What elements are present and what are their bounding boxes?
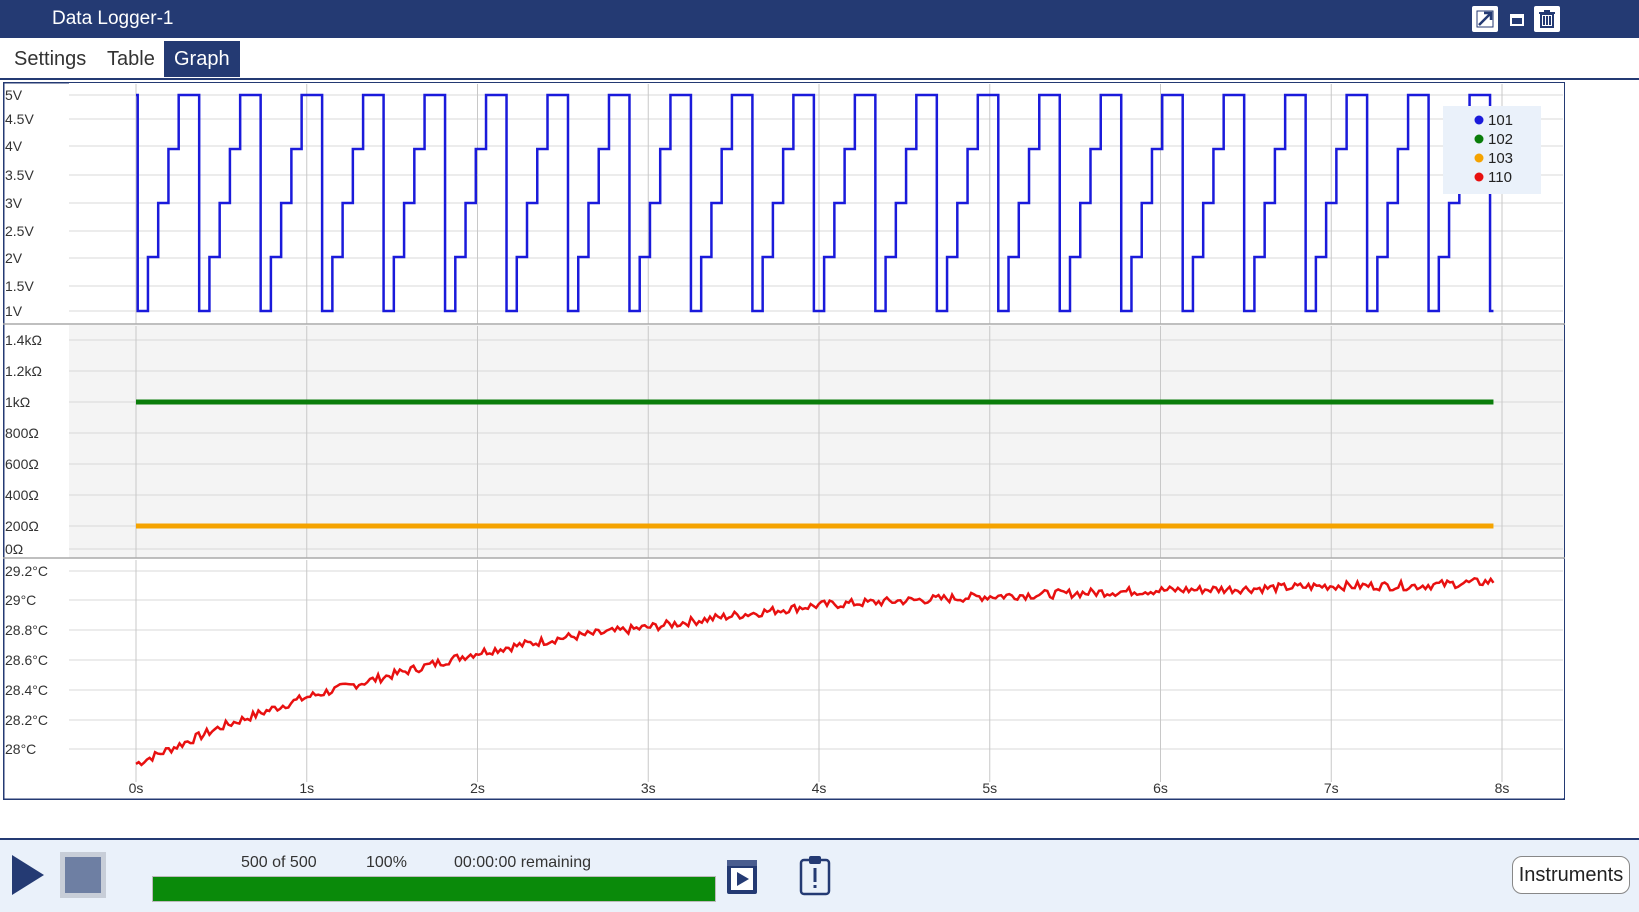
y-tick-label: 200Ω <box>5 518 39 534</box>
y-tick-label: 5V <box>5 87 23 103</box>
legend-label: 103 <box>1488 150 1513 167</box>
legend-marker <box>1474 134 1484 144</box>
progress-fill <box>153 877 715 901</box>
x-tick-label: 6s <box>1153 780 1168 796</box>
y-tick-label: 28.2°C <box>5 712 48 728</box>
x-tick-label: 7s <box>1324 780 1339 796</box>
panel-bg <box>69 325 1564 558</box>
tab-bar: Settings Table Graph <box>0 38 1639 80</box>
data-graph[interactable]: 5V 4.5V 4V 3.5V 3V 2.5V 2V 1.5V 1V 1.4kΩ 1.2kΩ 1kΩ 8… <box>3 82 1565 800</box>
legend-marker <box>1474 153 1484 163</box>
maximize-icon[interactable] <box>1508 6 1528 32</box>
x-tick-label: 0s <box>129 780 144 796</box>
x-tick-label: 8s <box>1495 780 1510 796</box>
y-tick-label: 3V <box>5 195 23 211</box>
y-tick-label: 28°C <box>5 741 36 757</box>
y-tick-label: 1kΩ <box>5 394 30 410</box>
play-icon[interactable] <box>10 852 46 903</box>
y-tick-label: 1.2kΩ <box>5 363 42 379</box>
y-tick-label: 1.5V <box>5 278 34 294</box>
y-tick-label: 1V <box>5 303 23 319</box>
tab-table[interactable]: Table <box>97 41 165 77</box>
y-tick-label: 4.5V <box>5 111 34 127</box>
y-tick-label: 28.4°C <box>5 682 48 698</box>
progress-bar <box>152 876 716 902</box>
y-tick-label: 400Ω <box>5 487 39 503</box>
progress-count: 500 of 500 <box>241 854 317 871</box>
window-title: Data Logger-1 <box>52 8 174 29</box>
x-tick-label: 5s <box>982 780 997 796</box>
panel-bg <box>69 559 1564 798</box>
time-remaining: 00:00:00 remaining <box>454 854 591 871</box>
x-tick-label: 2s <box>470 780 485 796</box>
stop-icon[interactable] <box>60 852 106 898</box>
y-tick-label: 4V <box>5 138 23 154</box>
y-tick-label: 29.2°C <box>5 563 48 579</box>
y-tick-label: 2.5V <box>5 223 34 239</box>
control-bar: 500 of 500 100% 00:00:00 remaining Instr… <box>0 838 1639 912</box>
y-tick-label: 800Ω <box>5 425 39 441</box>
y-tick-label: 28.6°C <box>5 652 48 668</box>
y-tick-label: 29°C <box>5 592 36 608</box>
y-tick-label: 1.4kΩ <box>5 332 42 348</box>
trash-icon[interactable] <box>1534 6 1560 32</box>
title-bar: Data Logger-1 <box>0 0 1639 38</box>
y-tick-label: 0Ω <box>5 541 23 557</box>
progress-percent: 100% <box>366 854 407 871</box>
legend-label: 110 <box>1488 169 1512 186</box>
legend-label: 102 <box>1488 131 1513 148</box>
popout-icon[interactable] <box>1472 6 1498 32</box>
legend-marker <box>1474 172 1484 182</box>
instruments-button[interactable]: Instruments <box>1512 856 1630 894</box>
tab-graph[interactable]: Graph <box>164 41 240 77</box>
y-tick-label: 28.8°C <box>5 622 48 638</box>
book-play-icon[interactable] <box>724 856 760 901</box>
x-tick-label: 3s <box>641 780 656 796</box>
legend-label: 101 <box>1488 112 1513 129</box>
y-tick-label: 3.5V <box>5 167 34 183</box>
clipboard-alert-icon[interactable] <box>798 854 832 901</box>
legend-marker <box>1474 115 1484 125</box>
y-tick-label: 600Ω <box>5 456 39 472</box>
x-tick-label: 1s <box>299 780 314 796</box>
x-tick-label: 4s <box>812 780 827 796</box>
tab-settings[interactable]: Settings <box>4 41 96 77</box>
y-tick-label: 2V <box>5 250 23 266</box>
